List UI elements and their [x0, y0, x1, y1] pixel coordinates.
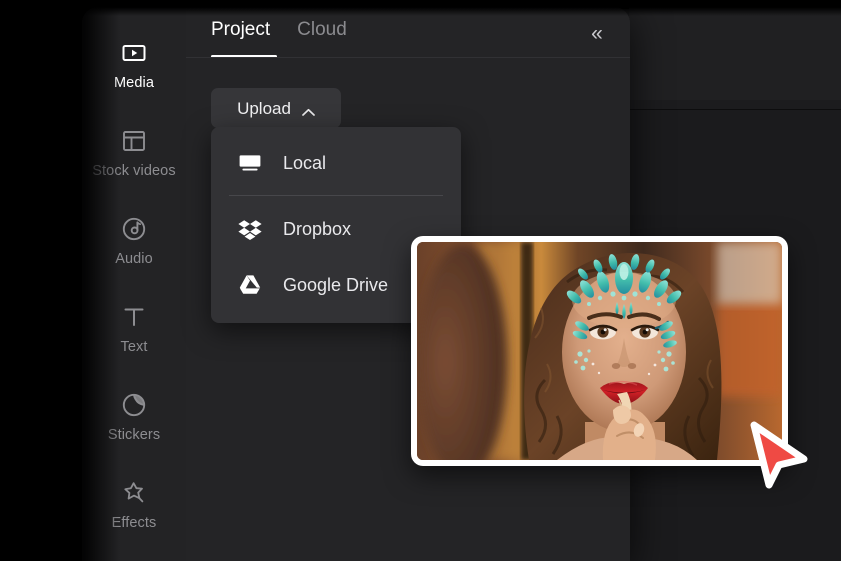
upload-button-label: Upload — [237, 100, 291, 117]
collapse-panel-button[interactable]: « — [584, 23, 610, 47]
menu-item-local[interactable]: Local — [211, 135, 461, 191]
chevron-up-icon — [302, 104, 315, 113]
upload-button[interactable]: Upload — [211, 88, 341, 128]
sidebar-item-media[interactable]: Media — [82, 21, 186, 109]
sidebar-rail: Media Stock videos — [82, 7, 186, 561]
audio-note-circle-icon — [120, 215, 148, 243]
sidebar-item-label: Media — [114, 76, 154, 91]
layout-grid-icon — [120, 127, 148, 155]
menu-item-label: Dropbox — [283, 219, 351, 240]
tab-project[interactable]: Project — [211, 20, 270, 39]
sidebar-item-label: Stickers — [108, 428, 160, 443]
sidebar-item-label: Effects — [112, 516, 157, 531]
sidebar-item-text[interactable]: Text — [82, 285, 186, 373]
media-thumbnail-card[interactable] — [411, 236, 788, 466]
menu-divider — [229, 195, 443, 196]
sticker-circle-icon — [120, 391, 148, 419]
menu-item-label: Google Drive — [283, 275, 388, 296]
sidebar-item-label: Text — [121, 340, 148, 355]
tab-bar: Project Cloud — [186, 7, 630, 56]
background-toolbar-area — [629, 0, 841, 100]
app-window: Media Stock videos — [0, 0, 841, 561]
dropbox-icon — [237, 216, 263, 242]
sidebar-item-stock-videos[interactable]: Stock videos — [82, 109, 186, 197]
sidebar-item-stickers[interactable]: Stickers — [82, 373, 186, 461]
menu-item-label: Local — [283, 153, 326, 174]
tab-cloud[interactable]: Cloud — [297, 20, 347, 39]
sidebar-item-audio[interactable]: Audio — [82, 197, 186, 285]
upload-toolbar: Upload — [186, 58, 630, 130]
media-thumbnail-image — [417, 242, 782, 460]
monitor-icon — [237, 150, 263, 176]
sidebar-item-effects[interactable]: Effects — [82, 461, 186, 549]
text-t-icon — [120, 303, 148, 331]
media-play-rect-icon — [120, 39, 148, 67]
effects-star-icon — [120, 479, 148, 507]
sidebar-item-label: Audio — [115, 252, 153, 267]
sidebar-item-label: Stock videos — [92, 164, 175, 179]
google-drive-icon — [237, 272, 263, 298]
